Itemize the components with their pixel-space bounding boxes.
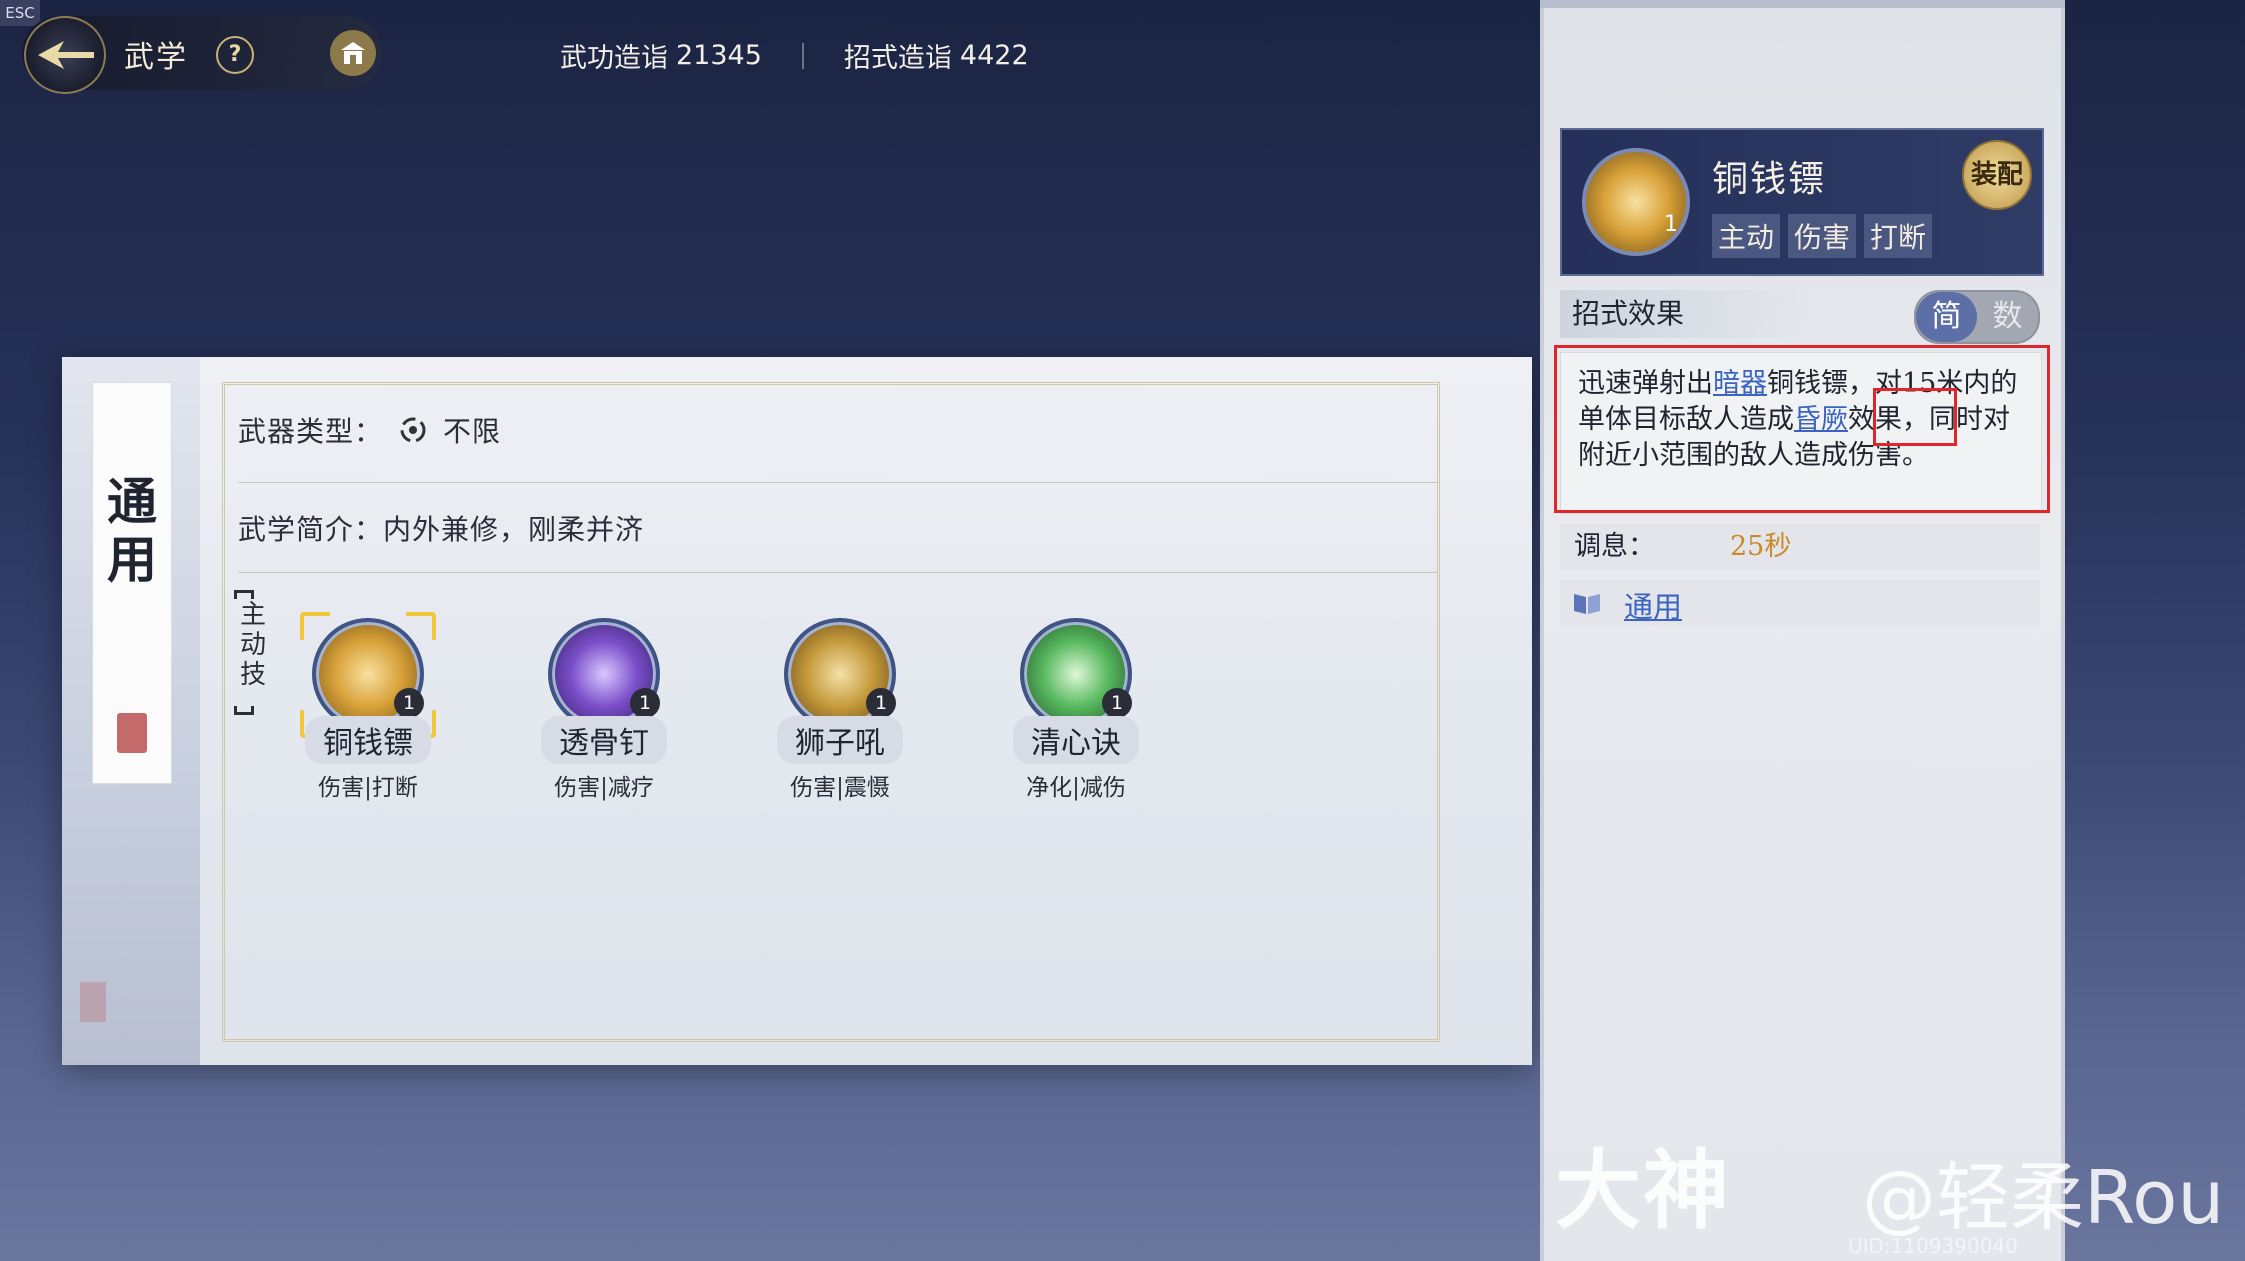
weapon-type-value: 不限: [443, 415, 502, 448]
selected-skill-icon: [1582, 148, 1690, 256]
skill-icon-tongqianbiao: 1: [312, 618, 424, 730]
selected-skill-level: 1: [1664, 212, 1678, 237]
skill-icon-tougudin: 1: [548, 618, 660, 730]
book-icon: [1574, 594, 1600, 614]
category-tab-general[interactable]: 通用: [92, 382, 172, 784]
cooldown-row: 调息： 25秒: [1560, 524, 2040, 570]
watermark-logo: 大神: [1555, 1141, 1731, 1241]
skill-name: 清心诀: [1013, 716, 1139, 764]
watermark-uid: UID:1109390040: [1848, 1234, 2018, 1258]
watermark-handle: @轻柔Rou: [1862, 1155, 2225, 1241]
skill-group-label: 主动技: [239, 600, 266, 690]
divider: [238, 482, 1438, 483]
bracket-close: [234, 706, 254, 715]
skill-name: 透骨钉: [541, 716, 667, 764]
intro-value: 内外兼修，刚柔并济: [383, 513, 645, 546]
skill-tag: 伤害: [1788, 214, 1857, 258]
stat-label-1: 武功造诣: [560, 43, 668, 74]
home-button[interactable]: [330, 30, 376, 76]
skill-card-shizihou[interactable]: 1 狮子吼 伤害|震慑: [760, 618, 920, 802]
back-arrow-icon: [38, 41, 94, 69]
skill-level-badge: 1: [866, 688, 896, 718]
toggle-simple[interactable]: 简: [1916, 292, 1977, 342]
skill-level-badge: 1: [630, 688, 660, 718]
stat-value-2: 4422: [959, 40, 1029, 71]
stats-bar: 武功造诣 21345 招式造诣 4422: [560, 36, 1029, 75]
stat-value-1: 21345: [676, 40, 762, 71]
back-button[interactable]: [24, 16, 106, 94]
intro-label: 武学简介：: [238, 513, 384, 546]
intro-row: 武学简介：内外兼修，刚柔并济: [238, 508, 1438, 548]
stat-label-2: 招式造诣: [843, 43, 952, 74]
stat-separator: [801, 42, 804, 69]
category-link[interactable]: 通用: [1624, 584, 1682, 626]
skill-card-qingxinjue[interactable]: 1 清心诀 净化|减伤: [996, 618, 1156, 802]
highlight-box: [1554, 345, 2050, 513]
home-icon: [341, 42, 365, 64]
highlight-box-keyword: [1873, 388, 1957, 446]
skill-card-tongqianbiao[interactable]: 1 铜钱镖 伤害|打断: [288, 618, 448, 802]
help-icon[interactable]: ?: [216, 36, 254, 74]
skill-icon-shizihou: 1: [784, 618, 896, 730]
skill-name: 铜钱镖: [305, 716, 431, 764]
skill-tags: 伤害|震慑: [790, 775, 890, 801]
weapon-type-row: 武器类型： 不限: [238, 410, 1438, 450]
seal-decoration: [80, 982, 106, 1022]
toggle-numeric[interactable]: 数: [1977, 292, 2038, 342]
skill-card-tougudin[interactable]: 1 透骨钉 伤害|减疗: [524, 618, 684, 802]
esc-button[interactable]: ESC: [0, 0, 40, 26]
skill-tags: 净化|减伤: [1026, 775, 1126, 801]
page-title: 武学: [124, 40, 188, 75]
bracket-open: [234, 590, 254, 599]
panel-top-edge: [1540, 0, 2065, 8]
effect-header: 招式效果: [1560, 290, 1812, 338]
category-tab-label: 通用: [107, 472, 157, 589]
skill-icon-qingxinjue: 1: [1020, 618, 1132, 730]
weapon-swirl-icon: [400, 417, 426, 443]
skill-name: 狮子吼: [777, 716, 903, 764]
seal-icon: [117, 713, 147, 753]
skill-level-badge: 1: [1102, 688, 1132, 718]
category-row: 通用: [1560, 580, 2040, 626]
divider: [238, 572, 1438, 573]
skill-level-badge: 1: [394, 688, 424, 718]
skill-tags: 伤害|打断: [318, 775, 418, 801]
equip-button[interactable]: 装配: [1962, 140, 2032, 210]
cooldown-value: 25秒: [1730, 531, 1792, 562]
selected-skill-name: 铜钱镖: [1712, 159, 1827, 200]
selected-skill-tags: 主动 伤害 打断: [1712, 214, 1933, 258]
skill-tag: 打断: [1864, 214, 1933, 258]
skill-tag: 主动: [1712, 214, 1781, 258]
view-toggle[interactable]: 简 数: [1914, 290, 2040, 344]
weapon-type-label: 武器类型：: [238, 415, 384, 448]
cooldown-label: 调息：: [1574, 531, 1655, 562]
skill-tags: 伤害|减疗: [554, 775, 654, 801]
